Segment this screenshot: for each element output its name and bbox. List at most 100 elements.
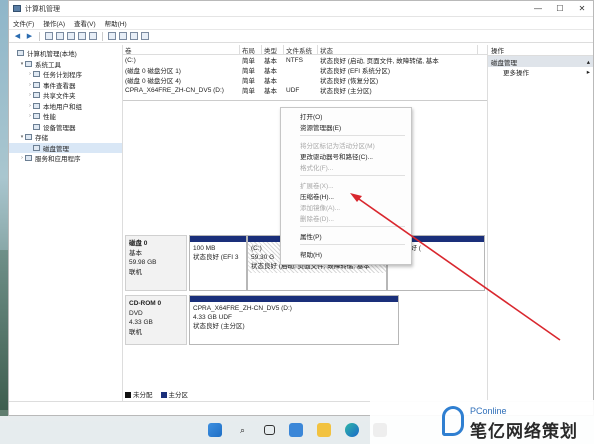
tree-item[interactable]: ▾ 系统工具 [9, 59, 122, 70]
actions-section-disk-management[interactable]: 磁盘管理 ▴ [488, 56, 593, 67]
tree-item[interactable]: 磁盘管理 [9, 142, 122, 153]
tree-node-icon [25, 155, 32, 162]
file-explorer-icon[interactable] [316, 423, 331, 437]
actions-section-label: 磁盘管理 [491, 59, 517, 67]
show-hide-tree-icon[interactable] [56, 32, 64, 40]
back-arrow-icon[interactable]: ◀ [13, 32, 22, 41]
tree-item-label: 性能 [43, 114, 56, 122]
tree-item[interactable]: › 事件查看器 [9, 80, 122, 91]
context-menu-item: 删除卷(D)... [300, 215, 334, 223]
tree-item[interactable]: › 性能 [9, 111, 122, 122]
tree-node-icon [33, 144, 40, 151]
edge-icon[interactable] [344, 423, 359, 437]
tree-node-icon [33, 123, 40, 130]
context-menu: 打开(O) 资源管理器(E) 将分区标记为活动分区(M) 更改驱动器号和路径(C)..… [280, 107, 412, 265]
tree-item[interactable]: ▾ 存储 [9, 132, 122, 143]
tree-item[interactable]: › 本地用户和组 [9, 101, 122, 112]
tree-node-icon [33, 113, 40, 120]
partition-status: 状态良好 (EFI 3 [193, 254, 239, 261]
partition-d-drive[interactable]: CPRA_X64FRE_ZH-CN_DV5 (D:) 4.33 GB UDF 状… [189, 295, 399, 345]
menu-help[interactable]: 帮助(H) [105, 18, 127, 28]
tree-item[interactable]: › 任务计划程序 [9, 69, 122, 80]
legend-item-primary: 主分区 [160, 389, 188, 399]
search-icon[interactable]: ⌕ [236, 423, 250, 437]
close-button[interactable]: ✕ [571, 1, 593, 17]
legend-swatch [125, 392, 131, 399]
table-cell: 状态良好 (主分区) [320, 88, 372, 95]
column-header-layout[interactable]: 布局 [240, 44, 262, 55]
table-cell: 简单 [242, 78, 255, 85]
maximize-button[interactable]: ☐ [549, 1, 571, 17]
legend-swatch [160, 392, 167, 399]
tree-item[interactable]: › 服务和应用程序 [9, 153, 122, 164]
context-menu-item: 将分区标记为活动分区(M) [300, 142, 375, 150]
partition-title: CPRA_X64FRE_ZH-CN_DV5 (D:) [193, 305, 292, 312]
tree-item-label: 本地用户和组 [43, 103, 82, 111]
menu-action[interactable]: 操作(A) [43, 18, 65, 28]
actions-header: 操作 [488, 45, 593, 56]
partition-size: 100 MB [193, 245, 216, 252]
context-menu-item[interactable]: 资源管理器(E) [281, 121, 411, 132]
tree-item[interactable]: › 共享文件夹 [9, 90, 122, 101]
disk-label[interactable]: CD-ROM 0 DVD 4.33 GB 联机 [125, 295, 187, 345]
check-icon[interactable] [108, 32, 116, 40]
title-bar: 计算机管理 — ☐ ✕ [9, 1, 593, 17]
widgets-icon[interactable] [288, 423, 303, 437]
context-menu-item: 添加镜像(A)... [300, 204, 341, 212]
minimize-button[interactable]: — [527, 1, 549, 17]
menu-file[interactable]: 文件(F) [13, 18, 34, 28]
context-menu-item: 格式化(F)... [300, 164, 334, 172]
menu-separator [300, 226, 405, 227]
column-header-filesystem[interactable]: 文件系统 [284, 44, 318, 55]
table-cell: NTFS [286, 56, 303, 64]
actions-pane: 操作 磁盘管理 ▴ 更多操作 ▸ [487, 45, 593, 401]
task-view-icon[interactable] [263, 425, 275, 435]
open-folder-icon[interactable] [119, 32, 127, 40]
menu-view[interactable]: 查看(V) [74, 18, 96, 28]
tree-node-icon [33, 71, 40, 78]
table-row[interactable]: CPRA_X64FRE_ZH-CN_DV5 (D:) 简单 基本 UDF 状态良好 (主… [123, 85, 487, 96]
disk-settings-icon[interactable] [141, 32, 149, 40]
forward-arrow-icon[interactable]: ▶ [25, 32, 34, 41]
disk-type: 基本 [129, 249, 142, 257]
table-row[interactable]: (C:) 简单 基本 NTFS 状态良好 (启动, 页面文件, 故障转储, 基本 [123, 55, 487, 66]
menu-separator [300, 244, 405, 245]
context-menu-item[interactable]: 更改驱动器号和路径(C)... [281, 150, 411, 161]
tree-item[interactable]: 设备管理器 [9, 122, 122, 133]
context-menu-item[interactable]: 打开(O) [281, 110, 411, 121]
windows-start-icon[interactable] [207, 423, 222, 437]
help-icon[interactable] [78, 32, 86, 40]
disk-size: 4.33 GB [129, 319, 153, 326]
table-cell: 简单 [242, 58, 255, 65]
disk-status: 联机 [129, 268, 142, 276]
column-header-volume[interactable]: 卷 [123, 44, 240, 55]
disk-label[interactable]: 磁盘 0 基本 59.98 GB 联机 [125, 235, 187, 291]
disk-name: CD-ROM 0 [129, 300, 162, 307]
up-level-icon[interactable] [45, 32, 53, 40]
table-cell: 基本 [264, 78, 277, 85]
table-row[interactable]: (磁盘 0 磁盘分区 4) 简单 基本 状态良好 (恢复分区) [123, 75, 487, 85]
column-header-type[interactable]: 类型 [262, 44, 284, 55]
window-controls: — ☐ ✕ [527, 1, 593, 17]
navigation-tree: 计算机管理(本地) ▾ 系统工具 › 任务计划程序 › 事件查看器 › 共享文件夹 › 本地用户和组… [9, 45, 123, 401]
partition-size: 4.33 GB UDF [193, 314, 233, 321]
table-row[interactable]: (磁盘 0 磁盘分区 1) 简单 基本 状态良好 (EFI 系统分区) [123, 65, 487, 75]
tree-item[interactable]: 计算机管理(本地) [9, 48, 122, 59]
column-header-status[interactable]: 状态 [318, 44, 478, 55]
computer-management-app-icon [13, 5, 21, 12]
tree-item-label: 共享文件夹 [43, 93, 76, 101]
properties-icon[interactable] [67, 32, 75, 40]
context-menu-item[interactable]: 压缩卷(H)... [281, 190, 411, 201]
list-view-icon[interactable] [89, 32, 97, 40]
tree-item-label: 计算机管理(本地) [27, 51, 77, 59]
context-menu-item[interactable]: 属性(P) [281, 230, 411, 241]
table-cell: CPRA_X64FRE_ZH-CN_DV5 (D:) [125, 86, 224, 94]
context-menu-item[interactable]: 帮助(H) [281, 248, 411, 259]
search-icon[interactable] [130, 32, 138, 40]
volume-table-header: 卷 布局 类型 文件系统 状态 [123, 44, 487, 55]
more-actions-item[interactable]: 更多操作 ▸ [488, 67, 593, 77]
partition-efi[interactable]: 100 MB 状态良好 (EFI 3 [189, 235, 247, 291]
disk-status: 联机 [129, 328, 142, 336]
menu-bar: 文件(F) 操作(A) 查看(V) 帮助(H) [9, 17, 593, 30]
disk-name: 磁盘 0 [129, 240, 148, 247]
